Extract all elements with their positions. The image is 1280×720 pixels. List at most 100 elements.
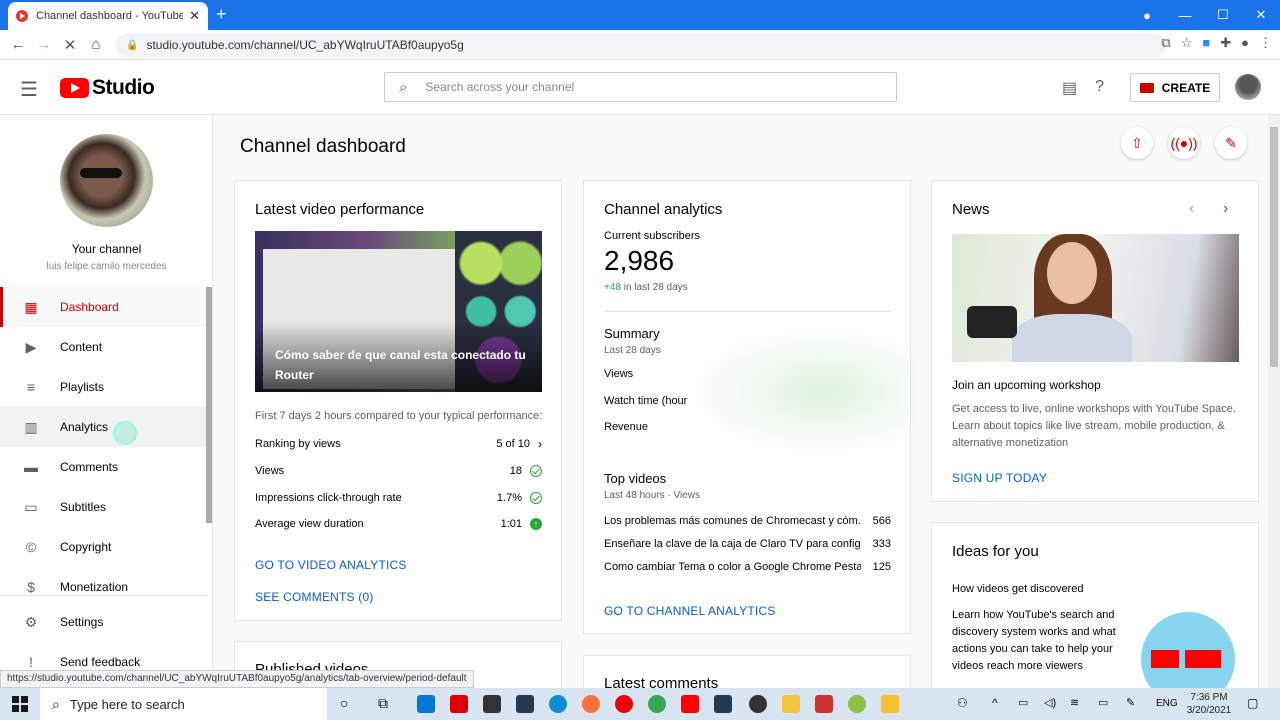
top-video-row[interactable]: Los problemas más comunes de Chromecast … <box>604 515 891 533</box>
sidebar-item-playlists[interactable]: ≡ Playlists <box>0 367 207 407</box>
top-videos-title: Top videos <box>604 471 667 486</box>
perf-value: 1.7% <box>496 492 522 504</box>
create-post-icon[interactable]: ✎ <box>1215 127 1247 159</box>
top-video-row[interactable]: Enseñare la clave de la caja de Claro TV… <box>604 538 891 556</box>
maximize-button[interactable]: ☐ <box>1204 7 1242 23</box>
wifi-icon[interactable]: ≋ <box>1070 696 1079 709</box>
forward-button[interactable]: → <box>31 36 57 53</box>
page-title: Channel dashboard <box>240 136 406 157</box>
summary-period: Last 28 days <box>604 345 661 356</box>
sidebar-item-copyright[interactable]: © Copyright <box>0 527 207 567</box>
summary-row-views: Views <box>604 368 634 380</box>
sidebar-item-subtitles[interactable]: ▭ Subtitles <box>0 487 207 527</box>
pinned-app-icon[interactable] <box>749 695 767 713</box>
cortana-icon[interactable]: ○ <box>340 695 348 711</box>
pinned-app-icon[interactable] <box>815 695 833 713</box>
back-button[interactable]: ← <box>5 36 31 53</box>
studio-logo[interactable]: Studio <box>60 76 155 100</box>
chevron-right-icon[interactable]: › <box>1223 200 1228 218</box>
playlists-icon: ≡ <box>26 379 36 395</box>
stop-button[interactable]: ✕ <box>57 36 83 54</box>
firefox-app-icon[interactable] <box>582 695 600 713</box>
video-camera-icon <box>1139 82 1154 93</box>
bag-app-icon[interactable] <box>483 695 501 713</box>
sidebar-item-monetization[interactable]: $ Monetization <box>0 567 207 607</box>
taskbar-search-input[interactable]: ⌕ Type here to search <box>40 688 327 720</box>
menu-icon[interactable]: ☰ <box>20 77 38 102</box>
lock-icon: 🔒 <box>126 39 139 51</box>
main-scrollbar[interactable] <box>1268 115 1280 690</box>
extensions-puzzle-icon[interactable]: ✚ <box>1220 35 1231 51</box>
store-app-icon[interactable] <box>417 695 435 713</box>
summary-row-watch-time: Watch time (hour <box>604 395 688 407</box>
bookmark-star-icon[interactable]: ☆ <box>1181 35 1193 51</box>
pinned-app-icon[interactable] <box>881 695 899 713</box>
tab-close-icon[interactable]: ✕ <box>189 8 200 24</box>
chevron-left-icon[interactable]: ‹ <box>1189 200 1194 218</box>
video-thumbnail[interactable]: Cómo saber de que canal esta conectado t… <box>255 231 542 392</box>
windows-start-icon[interactable] <box>12 696 28 712</box>
notifications-icon[interactable]: ▢ <box>1247 696 1258 710</box>
go-live-icon[interactable]: ((●)) <box>1168 127 1200 159</box>
people-icon[interactable]: ⚇ <box>957 696 968 710</box>
pinned-app-icon[interactable] <box>516 695 534 713</box>
upload-icon[interactable]: ⇧ <box>1121 127 1153 159</box>
messages-icon[interactable]: ▤ <box>1062 78 1077 98</box>
account-avatar[interactable] <box>1235 74 1261 100</box>
battery-icon[interactable]: ▭ <box>1098 696 1108 709</box>
create-label: CREATE <box>1161 80 1211 95</box>
close-window-button[interactable]: ✕ <box>1242 7 1280 23</box>
sidebar-item-dashboard[interactable]: ▦ Dashboard <box>0 287 207 327</box>
go-to-video-analytics-link[interactable]: GO TO VIDEO ANALYTICS <box>255 558 407 572</box>
help-icon[interactable]: ? <box>1095 78 1104 98</box>
sidebar-item-content[interactable]: ▶ Content <box>0 327 207 367</box>
top-video-row[interactable]: Como cambiar Tema o color a Google Chrom… <box>604 561 891 579</box>
go-to-channel-analytics-link[interactable]: GO TO CHANNEL ANALYTICS <box>604 604 776 618</box>
perf-row-ranking[interactable]: Ranking by views 5 of 10 › <box>255 434 542 454</box>
volume-icon[interactable]: ◁) <box>1044 696 1056 709</box>
address-bar: ← → ✕ ⌂ 🔒 studio.youtube.com/channel/UC_… <box>0 30 1280 60</box>
youtube-app-icon[interactable] <box>681 695 699 713</box>
news-headline: Join an upcoming workshop <box>952 378 1101 392</box>
sidebar-item-analytics[interactable]: ▥ Analytics <box>0 407 207 447</box>
translate-icon[interactable]: ⧉ <box>1161 35 1170 51</box>
browser-menu-icon[interactable]: ⋮ <box>1259 35 1272 51</box>
sidebar-scrollbar[interactable] <box>206 287 212 523</box>
browser-tab[interactable]: Channel dashboard - YouTube St ✕ <box>8 2 208 30</box>
netflix-app-icon[interactable] <box>450 695 468 713</box>
profile-icon[interactable]: ● <box>1128 8 1166 23</box>
task-view-icon[interactable]: ⧉ <box>378 695 388 712</box>
pinned-app-icon[interactable] <box>714 695 732 713</box>
create-button[interactable]: CREATE <box>1130 73 1220 102</box>
chrome-app-icon[interactable] <box>648 695 666 713</box>
sidebar-item-settings[interactable]: ⚙ Settings <box>0 602 207 642</box>
search-input[interactable]: ⌕ Search across your channel <box>384 72 897 102</box>
pen-icon[interactable]: ✎ <box>1126 696 1135 709</box>
sign-up-today-link[interactable]: SIGN UP TODAY <box>952 471 1047 485</box>
video-title: Cómo saber de que canal esta conectado t… <box>275 348 526 382</box>
new-tab-button[interactable]: + <box>216 4 227 25</box>
system-clock[interactable]: 7:36 PM 3/20/2021 <box>1184 691 1234 717</box>
youtube-logo-icon <box>60 78 89 98</box>
zoom-extension-icon[interactable]: ■ <box>1202 35 1210 51</box>
sidebar-item-comments[interactable]: ▬ Comments <box>0 447 207 487</box>
url-field[interactable]: 🔒 studio.youtube.com/channel/UC_abYWqIru… <box>116 33 1166 57</box>
home-button[interactable]: ⌂ <box>83 36 109 53</box>
subscribers-count: 2,986 <box>604 245 675 276</box>
network-icon[interactable]: ▭ <box>1018 696 1028 709</box>
monetization-icon: $ <box>27 579 35 595</box>
opera-app-icon[interactable] <box>615 695 633 713</box>
see-comments-link[interactable]: SEE COMMENTS (0) <box>255 590 374 604</box>
channel-avatar[interactable] <box>60 134 153 227</box>
minimize-button[interactable]: — <box>1166 8 1204 23</box>
sidebar-item-label: Playlists <box>60 380 105 394</box>
language-indicator[interactable]: ENG <box>1156 698 1178 709</box>
profile-avatar-icon[interactable]: ● <box>1241 35 1249 51</box>
tab-title: Channel dashboard - YouTube St <box>36 10 184 22</box>
edge-app-icon[interactable] <box>549 695 567 713</box>
perf-value: 5 of 10 <box>496 438 530 450</box>
file-explorer-icon[interactable] <box>782 695 800 713</box>
sidebar: Your channel luis felipe camilo mercedes… <box>0 115 213 690</box>
chevron-up-icon[interactable]: ^ <box>992 696 998 710</box>
pinned-app-icon[interactable] <box>848 695 866 713</box>
